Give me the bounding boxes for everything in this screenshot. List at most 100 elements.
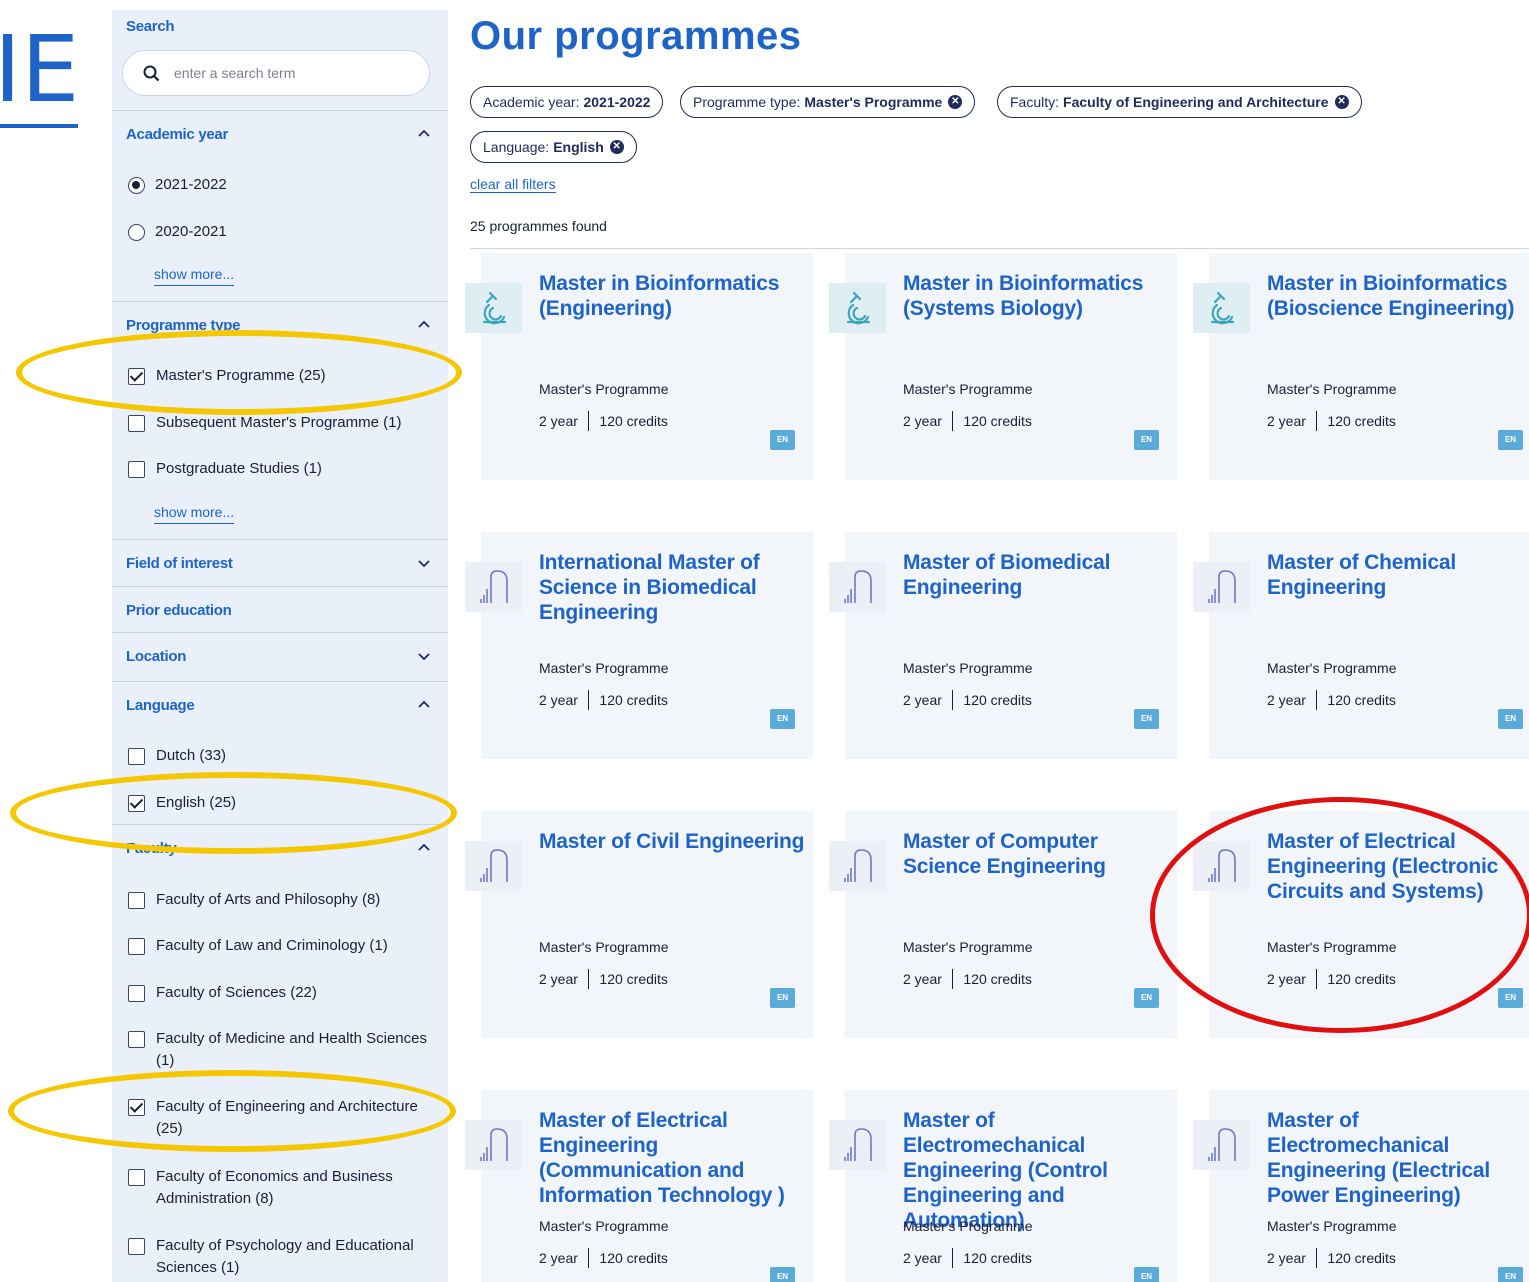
checkbox[interactable] <box>128 1169 145 1186</box>
search-icon <box>143 65 160 81</box>
chevron-up-icon <box>418 129 430 137</box>
programme-card[interactable]: Master of Biomedical Engineering Master's… <box>829 532 1177 759</box>
faculty-header[interactable]: Faculty <box>112 825 448 871</box>
chip-key: Academic year: <box>483 94 580 110</box>
programme-title-link[interactable]: Master in Bioinformatics (Systems Biolog… <box>903 271 1171 321</box>
building-bars-icon <box>1193 841 1250 891</box>
programme-credits: 120 credits <box>1327 971 1396 987</box>
results-count: 25 programmes found <box>470 218 607 234</box>
meta-separator <box>1315 1248 1318 1268</box>
programme-card[interactable]: Master of Electromechanical Engineering … <box>1193 1090 1529 1282</box>
programme-type-header[interactable]: Programme type <box>112 302 448 348</box>
programme-title-link[interactable]: Master of Electrical Engineering (Commun… <box>539 1108 807 1208</box>
filter-chip-faculty[interactable]: Faculty: Faculty of Engineering and Archi… <box>997 86 1362 118</box>
programme-title-link[interactable]: International Master of Science in Biome… <box>539 550 807 625</box>
programme-meta: 2 year 120 credits <box>539 690 668 710</box>
checkbox-faculty-arts[interactable]: Faculty of Arts and Philosophy (8) <box>128 889 380 911</box>
checkbox-faculty-law[interactable]: Faculty of Law and Criminology (1) <box>128 935 388 957</box>
programme-title-link[interactable]: Master of Biomedical Engineering <box>903 550 1171 600</box>
programme-title-link[interactable]: Master of Electromechanical Engineering … <box>1267 1108 1529 1208</box>
programme-type: Master's Programme <box>1267 660 1397 676</box>
checkbox-faculty-psychology[interactable]: Faculty of Psychology and Educational Sc… <box>128 1235 428 1279</box>
remove-filter-icon[interactable]: ✕ <box>1334 95 1349 109</box>
programme-type: Master's Programme <box>539 939 669 955</box>
radio-academic-year-2021-2022[interactable]: 2021-2022 <box>128 174 227 196</box>
checkbox[interactable] <box>128 985 145 1002</box>
programme-title-link[interactable]: Master in Bioinformatics (Bioscience Eng… <box>1267 271 1529 321</box>
language-badge: EN <box>1498 709 1523 729</box>
programme-card[interactable]: Master in Bioinformatics (Bioscience Eng… <box>1193 253 1529 480</box>
programme-card[interactable]: Master of Electrical Engineering (Electr… <box>1193 811 1529 1038</box>
programme-title-link[interactable]: Master of Chemical Engineering <box>1267 550 1529 600</box>
programme-type-section: Programme type <box>112 301 448 348</box>
programme-card[interactable]: Master of Chemical Engineering Master's P… <box>1193 532 1529 759</box>
chevron-down-icon <box>418 560 430 568</box>
filter-chip-programme-type[interactable]: Programme type: Master's Programme ✕ <box>680 86 976 118</box>
filter-sidebar: Search Academic year 2021-2022 2020-2021… <box>112 10 448 1282</box>
checkbox[interactable] <box>128 938 145 955</box>
checkbox[interactable] <box>128 1031 145 1048</box>
programme-card[interactable]: Master of Electromechanical Engineering … <box>829 1090 1177 1282</box>
language-header[interactable]: Language <box>112 682 448 728</box>
programme-credits: 120 credits <box>599 413 668 429</box>
option-label: Faculty of Arts and Philosophy (8) <box>156 891 381 908</box>
academic-year-show-more-link[interactable]: show more... <box>154 266 235 286</box>
programme-title-link[interactable]: Master of Computer Science Engineering <box>903 829 1171 879</box>
checkbox[interactable] <box>128 795 145 812</box>
location-header[interactable]: Location <box>112 633 448 679</box>
filter-chip-language[interactable]: Language: English ✕ <box>470 131 637 163</box>
checkbox[interactable] <box>128 1238 145 1255</box>
remove-filter-icon[interactable]: ✕ <box>609 140 624 154</box>
checkbox[interactable] <box>128 415 145 432</box>
checkbox[interactable] <box>128 892 145 909</box>
prior-education-header[interactable]: Prior education <box>112 587 448 633</box>
search-box[interactable] <box>122 50 430 96</box>
programme-card[interactable]: Master of Civil Engineering Master's Prog… <box>465 811 813 1038</box>
checkbox-postgraduate-studies[interactable]: Postgraduate Studies (1) <box>128 458 322 480</box>
programme-type-show-more-link[interactable]: show more... <box>154 504 235 524</box>
checkbox-masters-programme[interactable]: Master's Programme (25) <box>128 365 326 387</box>
programme-duration: 2 year <box>1267 692 1306 708</box>
radio-button[interactable] <box>128 224 145 241</box>
programme-title-link[interactable]: Master of Civil Engineering <box>539 829 807 854</box>
prior-education-section: Prior education <box>112 586 448 633</box>
checkbox-faculty-medicine[interactable]: Faculty of Medicine and Health Sciences … <box>128 1028 428 1072</box>
chip-value: 2021-2022 <box>583 94 651 110</box>
checkbox[interactable] <box>128 368 145 385</box>
checkbox[interactable] <box>128 1099 145 1116</box>
programme-type: Master's Programme <box>903 1218 1033 1234</box>
checkbox-faculty-sciences[interactable]: Faculty of Sciences (22) <box>128 982 317 1004</box>
programme-card[interactable]: Master of Computer Science Engineering Ma… <box>829 811 1177 1038</box>
building-bars-icon <box>829 562 886 612</box>
field-of-interest-header[interactable]: Field of interest <box>112 540 448 586</box>
checkbox-language-dutch[interactable]: Dutch (33) <box>128 745 226 767</box>
field-of-interest-label: Field of interest <box>126 554 233 572</box>
programme-title-link[interactable]: Master of Electromechanical Engineering … <box>903 1108 1171 1233</box>
programme-title-link[interactable]: Master of Electrical Engineering (Electr… <box>1267 829 1529 904</box>
search-label: Search <box>126 18 175 35</box>
checkbox-subsequent-masters[interactable]: Subsequent Master's Programme (1) <box>128 412 401 434</box>
chip-key: Programme type: <box>693 94 801 110</box>
checkbox-faculty-engineering[interactable]: Faculty of Engineering and Architecture … <box>128 1096 428 1140</box>
programme-card[interactable]: Master in Bioinformatics (Engineering) Ma… <box>465 253 813 480</box>
programme-duration: 2 year <box>539 971 578 987</box>
checkbox-language-english[interactable]: English (25) <box>128 792 236 814</box>
programme-card[interactable]: Master of Electrical Engineering (Commun… <box>465 1090 813 1282</box>
checkbox-faculty-economics[interactable]: Faculty of Economics and Business Admini… <box>128 1166 428 1210</box>
option-label: Master's Programme (25) <box>156 367 326 384</box>
programme-card[interactable]: International Master of Science in Biome… <box>465 532 813 759</box>
radio-button[interactable] <box>128 177 145 194</box>
programme-title-link[interactable]: Master in Bioinformatics (Engineering) <box>539 271 807 321</box>
remove-filter-icon[interactable]: ✕ <box>948 95 963 109</box>
checkbox[interactable] <box>128 461 145 478</box>
programme-type: Master's Programme <box>903 381 1033 397</box>
logo-fragment[interactable]: IE <box>0 20 80 132</box>
programme-meta: 2 year 120 credits <box>1267 1248 1396 1268</box>
filter-chip-academic-year[interactable]: Academic year: 2021-2022 <box>470 86 664 118</box>
checkbox[interactable] <box>128 748 145 765</box>
programme-card[interactable]: Master in Bioinformatics (Systems Biolog… <box>829 253 1177 480</box>
clear-all-filters-link[interactable]: clear all filters <box>470 176 556 193</box>
academic-year-header[interactable]: Academic year <box>112 111 448 157</box>
search-input[interactable] <box>174 65 394 81</box>
radio-academic-year-2020-2021[interactable]: 2020-2021 <box>128 221 227 243</box>
